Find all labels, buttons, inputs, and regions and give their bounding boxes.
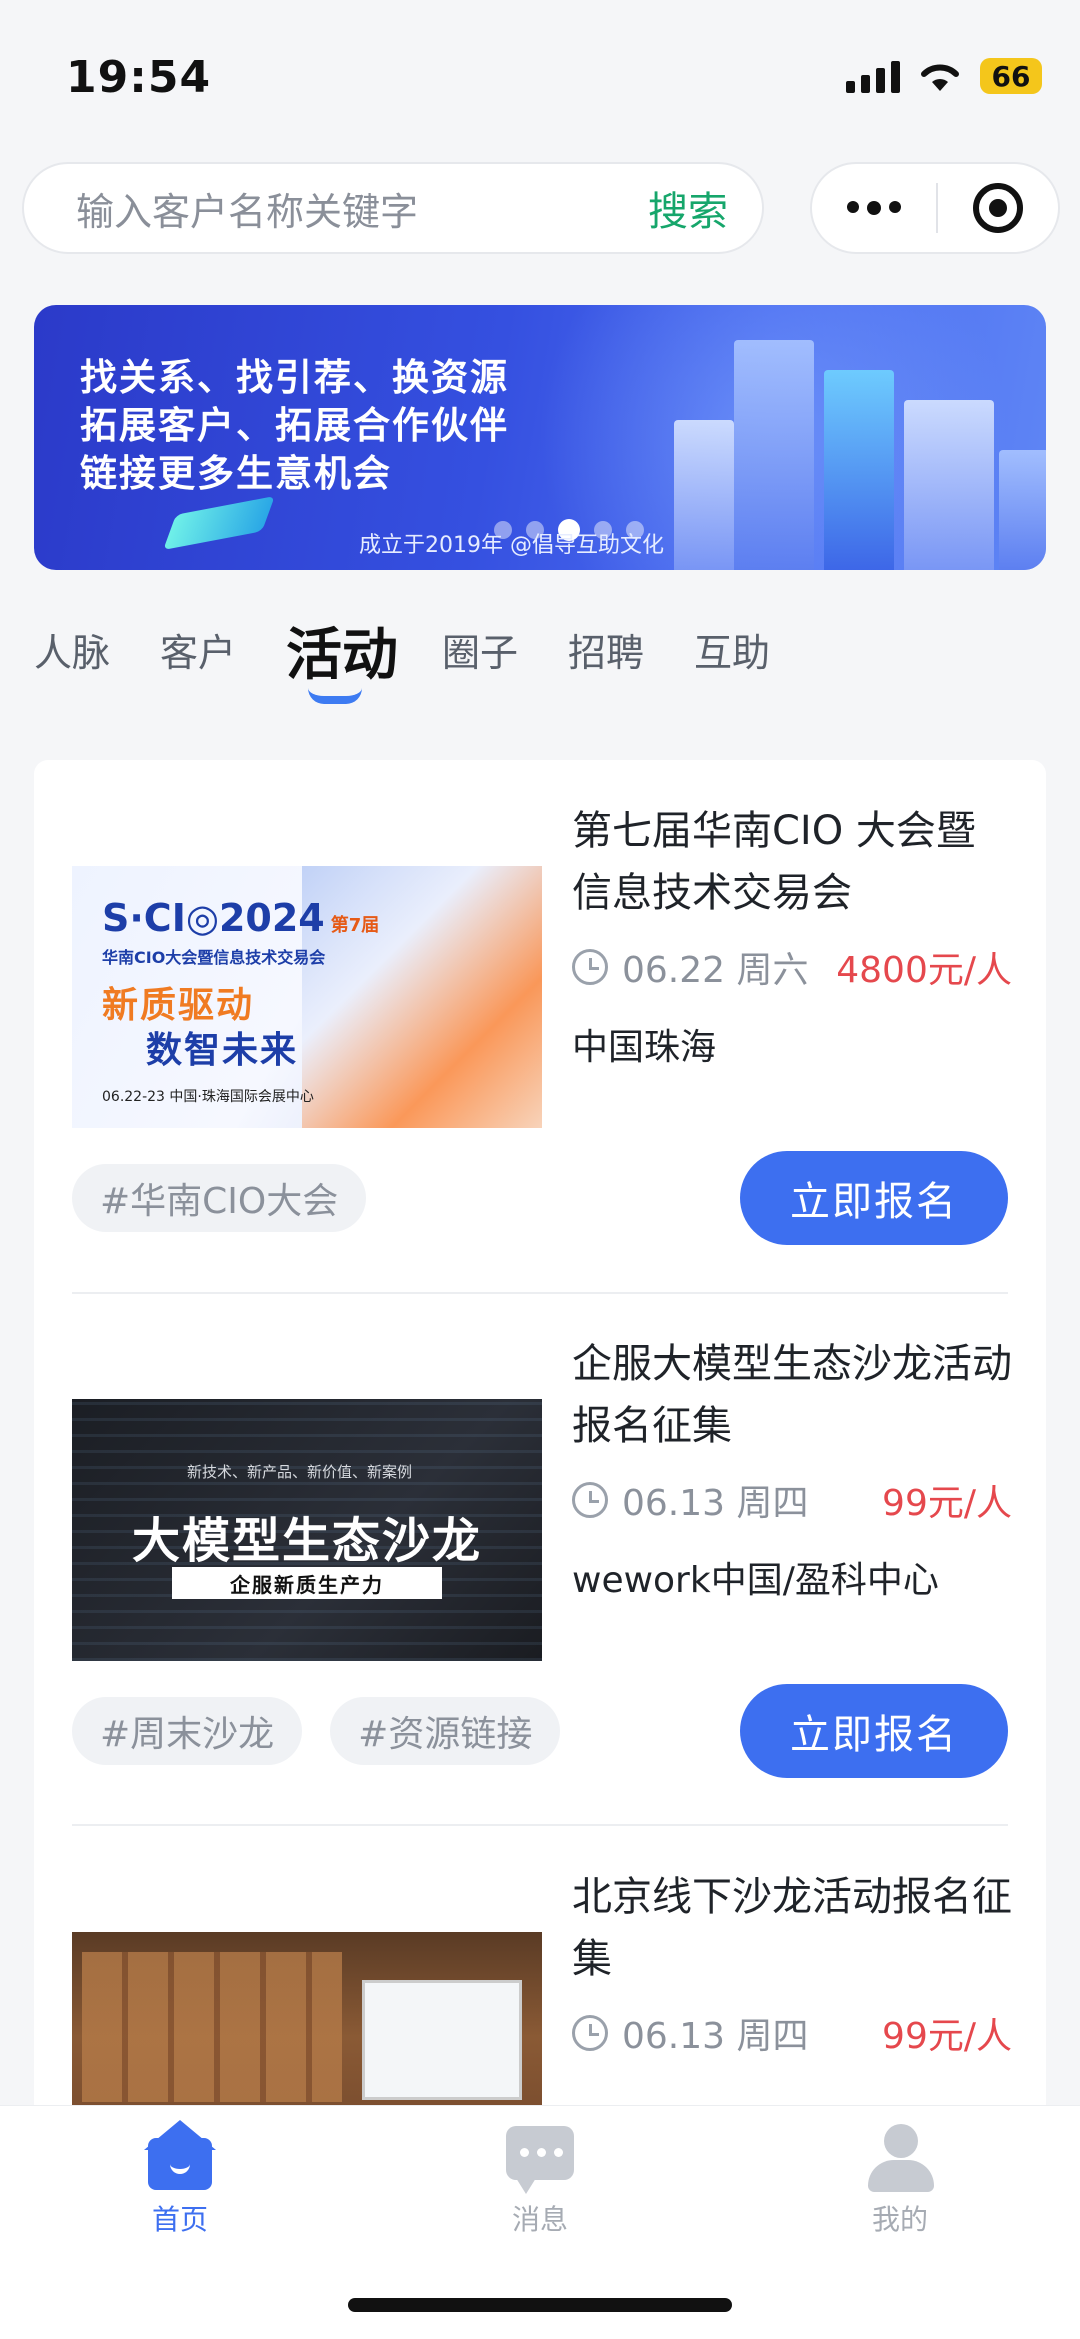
thumb-logo-text: S·CI◎2024 [102,896,325,940]
tab-mutual-help[interactable]: 互助 [694,622,770,677]
event-meta: 06.13 周四 99元/人 [572,2008,1012,2058]
nav-profile[interactable]: 我的 [800,2120,1000,2238]
status-icons: 66 [846,58,1042,94]
divider [72,1824,1008,1826]
event-title[interactable]: 北京线下沙龙活动报名征集 [572,1866,1012,1990]
more-icon[interactable] [812,201,936,215]
tab-indicator [308,688,362,704]
event-info: 北京线下沙龙活动报名征集 06.13 周四 99元/人 [572,1866,1012,2058]
thumb-graphic [82,1952,342,2102]
event-price: 99元/人 [882,1483,1012,1524]
event-location: 中国珠海 [572,1027,717,1068]
event-info: 企服大模型生态沙龙活动报名征集 06.13 周四 99元/人 wework中国/… [572,1333,1012,1603]
tab-contacts[interactable]: 人脉 [34,622,110,677]
tab-circles[interactable]: 圈子 [442,622,518,677]
search-placeholder: 输入客户名称关键字 [76,189,419,234]
event-thumbnail[interactable]: 新技术、新产品、新价值、新案例 大模型生态沙龙 企服新质生产力 [72,1399,542,1661]
nav-messages[interactable]: 消息 [440,2120,640,2238]
thumb-text: 大模型生态沙龙 [131,1513,482,1569]
event-info: 第七届华南CIO 大会暨信息技术交易会 06.22 周六 4800元/人 中国珠… [572,800,1012,1070]
signal-icon [846,59,900,93]
divider [72,1292,1008,1294]
close-miniprogram-button[interactable] [938,183,1058,233]
banner-subtitle: 成立于2019年 @倡导互助文化 [359,533,664,558]
thumb-text: 新技术、新产品、新价值、新案例 [187,1463,413,1481]
event-tag[interactable]: #资源链接 [330,1697,561,1765]
event-title[interactable]: 第七届华南CIO 大会暨信息技术交易会 [572,800,1012,924]
event-price: 99元/人 [882,2016,1012,2057]
message-icon [504,2120,576,2194]
user-icon [864,2120,936,2192]
clock-icon [572,949,608,985]
nav-label: 首页 [151,2203,208,2236]
battery-indicator: 66 [980,58,1042,94]
search-input[interactable]: 输入客户名称关键字 搜索 [22,162,764,254]
wifi-icon [921,64,959,91]
building-graphic [904,400,994,570]
event-thumbnail[interactable]: S·CI◎2024 第7届 华南CIO大会暨信息技术交易会 新质驱动 数智未来 0… [72,866,542,1128]
event-list: S·CI◎2024 第7届 华南CIO大会暨信息技术交易会 新质驱动 数智未来 0… [34,760,1046,2105]
category-tabs: 人脉 客户 活动 圈子 招聘 互助 [0,600,1080,710]
tab-customers[interactable]: 客户 [160,622,236,677]
building-graphic [734,340,814,570]
home-indicator[interactable] [348,2298,732,2312]
nav-label: 消息 [511,2203,568,2236]
banner-line: 链接更多生意机会 [80,451,392,495]
thumb-text: 06.22-23 中国·珠海国际会展中心 [102,1089,314,1105]
thumb-text: 企服新质生产力 [172,1567,442,1599]
leaf-graphic [163,496,275,550]
tab-events[interactable]: 活动 [286,610,398,691]
event-location: wework中国/盈科中心 [572,1560,939,1601]
event-date: 06.13 周四 [622,2016,809,2057]
event-tags: #周末沙龙 #资源链接 [72,1697,561,1765]
tab-jobs[interactable]: 招聘 [568,622,644,677]
event-tag[interactable]: #华南CIO大会 [72,1164,367,1232]
thumb-text: 华南CIO大会暨信息技术交易会 [102,948,326,967]
thumb-text: 数智未来 [146,1030,299,1071]
target-icon [973,183,1023,233]
clock-icon [572,1482,608,1518]
event-tag[interactable]: #周末沙龙 [72,1697,303,1765]
building-graphic [674,420,734,570]
banner-line: 找关系、找引荐、换资源 [80,355,509,399]
status-bar: 19:54 66 [0,0,1080,150]
thumb-graphic [362,1980,522,2100]
banner-line: 拓展客户、拓展合作伙伴 [80,403,509,447]
banner-headline: 找关系、找引荐、换资源 拓展客户、拓展合作伙伴 链接更多生意机会 [80,353,509,497]
miniprogram-capsule [810,162,1060,254]
nav-label: 我的 [871,2203,928,2236]
event-title[interactable]: 企服大模型生态沙龙活动报名征集 [572,1333,1012,1457]
event-meta: 06.22 周六 4800元/人 [572,942,1012,992]
event-meta: 06.13 周四 99元/人 [572,1475,1012,1525]
event-price: 4800元/人 [836,950,1012,991]
event-thumbnail[interactable] [72,1932,542,2105]
nav-home[interactable]: 首页 [80,2120,280,2238]
event-date: 06.22 周六 [622,950,809,991]
event-date: 06.13 周四 [622,1483,809,1524]
home-icon [144,2120,216,2192]
building-graphic [999,450,1046,570]
signup-button[interactable]: 立即报名 [740,1151,1008,1245]
thumb-edition: 第7届 [330,915,380,936]
event-tags: #华南CIO大会 [72,1164,367,1232]
clock-icon [572,2015,608,2051]
header: 输入客户名称关键字 搜索 [0,150,1080,270]
signup-button[interactable]: 立即报名 [740,1684,1008,1778]
thumb-logo: S·CI◎2024 第7届 [102,896,379,940]
status-time: 19:54 [66,52,212,103]
building-graphic [824,370,894,570]
promo-banner[interactable]: 找关系、找引荐、换资源 拓展客户、拓展合作伙伴 链接更多生意机会 成立于2019… [34,305,1046,570]
search-button[interactable]: 搜索 [648,179,728,237]
